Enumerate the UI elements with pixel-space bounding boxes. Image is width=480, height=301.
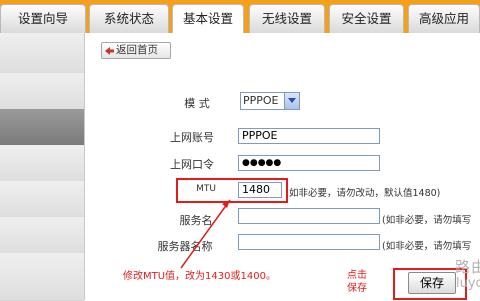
save-annotation-line2: 保存 <box>347 283 367 294</box>
save-button[interactable]: 保存 <box>408 272 456 294</box>
watermark-text-latin: luyo <box>456 276 480 291</box>
mtu-annotation-text: 修改MTU值，改为1430或1400。 <box>123 271 276 282</box>
watermark-text: 路由 <box>455 258 480 276</box>
mtu-annotation-arrow <box>180 199 231 269</box>
